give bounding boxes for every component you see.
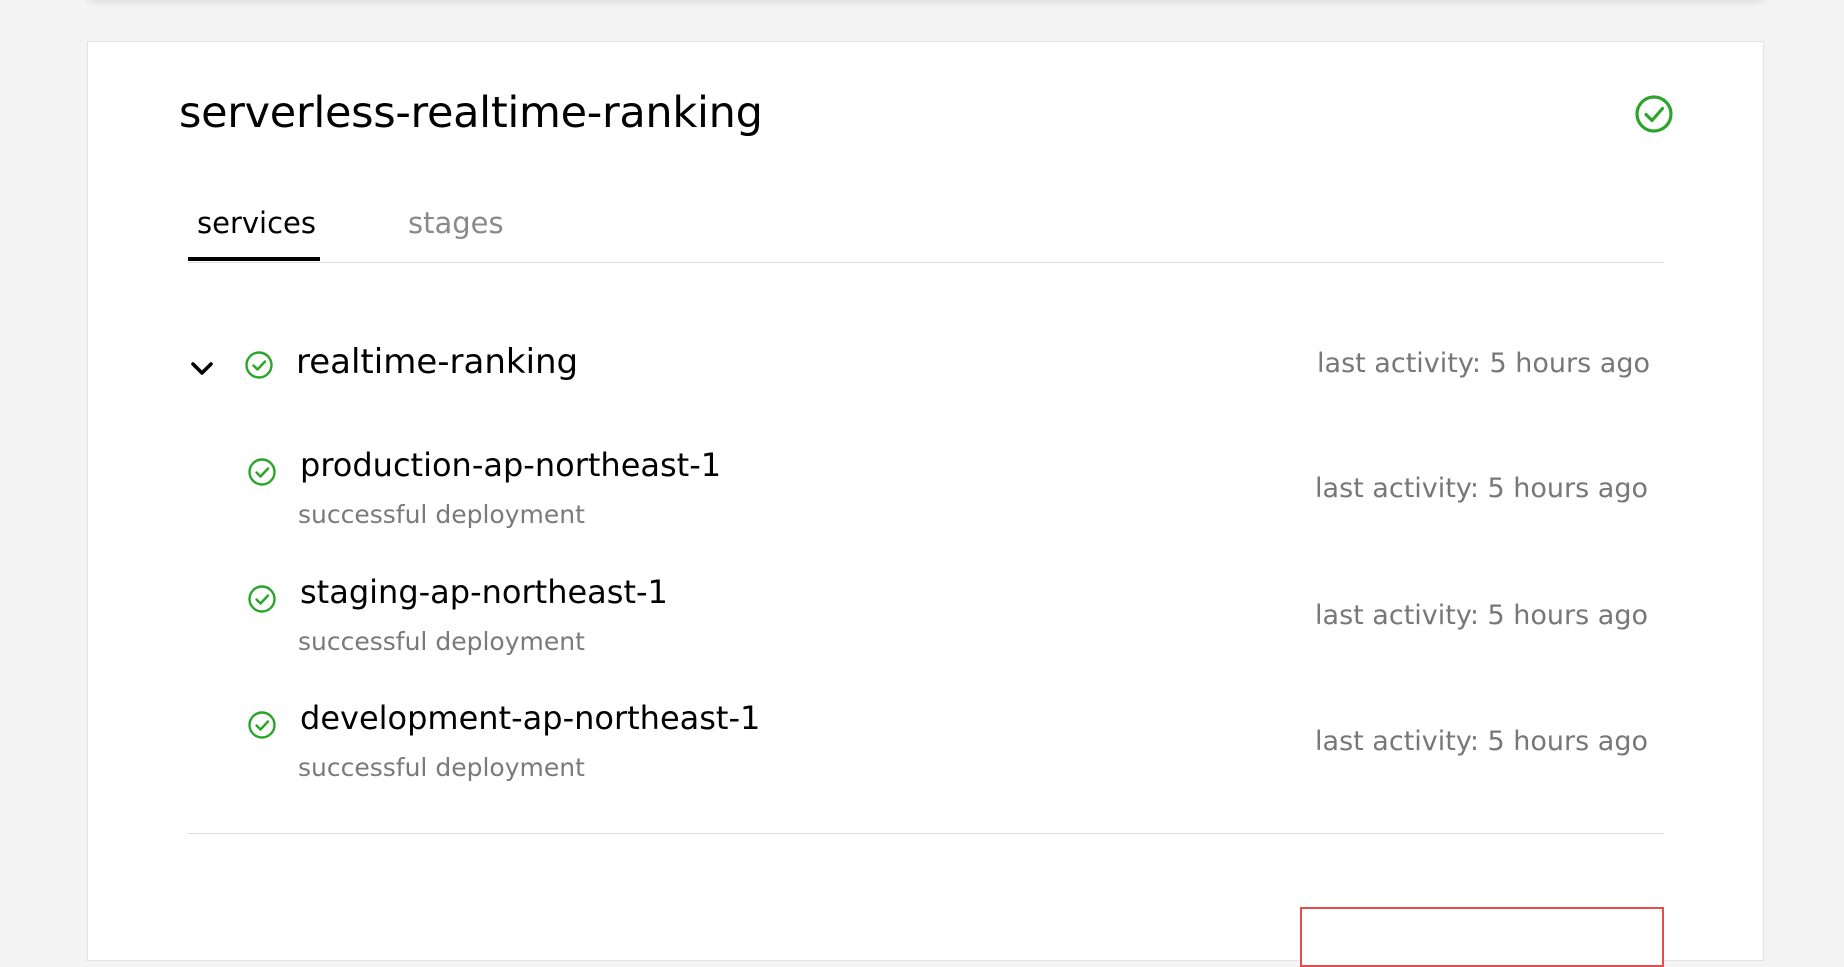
app-title: serverless-realtime-ranking [179,88,763,138]
stage-last-activity: last activity: 5 hours ago [1315,726,1648,757]
active-tab-indicator [188,257,320,261]
stage-row-production[interactable]: production-ap-northeast-1 successful dep… [188,446,1648,546]
check-circle-icon [248,711,276,739]
service-row[interactable]: realtime-ranking last activity: 5 hours … [188,342,1650,402]
stage-status-text: successful deployment [298,500,585,529]
chevron-down-icon[interactable] [188,354,216,382]
check-circle-icon [245,351,273,379]
stage-last-activity: last activity: 5 hours ago [1315,473,1648,504]
service-name[interactable]: realtime-ranking [296,342,578,382]
stage-last-activity: last activity: 5 hours ago [1315,600,1648,631]
stage-row-staging[interactable]: staging-ap-northeast-1 successful deploy… [188,573,1648,673]
check-circle-icon [248,458,276,486]
danger-action-button[interactable] [1300,907,1664,967]
stage-name[interactable]: development-ap-northeast-1 [300,699,760,737]
stage-status-text: successful deployment [298,753,585,782]
tab-services[interactable]: services [197,206,316,240]
app-card: serverless-realtime-ranking services sta… [87,41,1764,967]
stage-name[interactable]: production-ap-northeast-1 [300,446,721,484]
tabs-divider [188,262,1664,263]
tab-stages[interactable]: stages [408,206,504,240]
section-divider [188,833,1664,834]
service-last-activity: last activity: 5 hours ago [1317,348,1650,379]
stage-status-text: successful deployment [298,627,585,656]
stage-row-development[interactable]: development-ap-northeast-1 successful de… [188,699,1648,799]
stage-name[interactable]: staging-ap-northeast-1 [300,573,668,611]
check-circle-icon [1635,95,1673,133]
check-circle-icon [248,585,276,613]
